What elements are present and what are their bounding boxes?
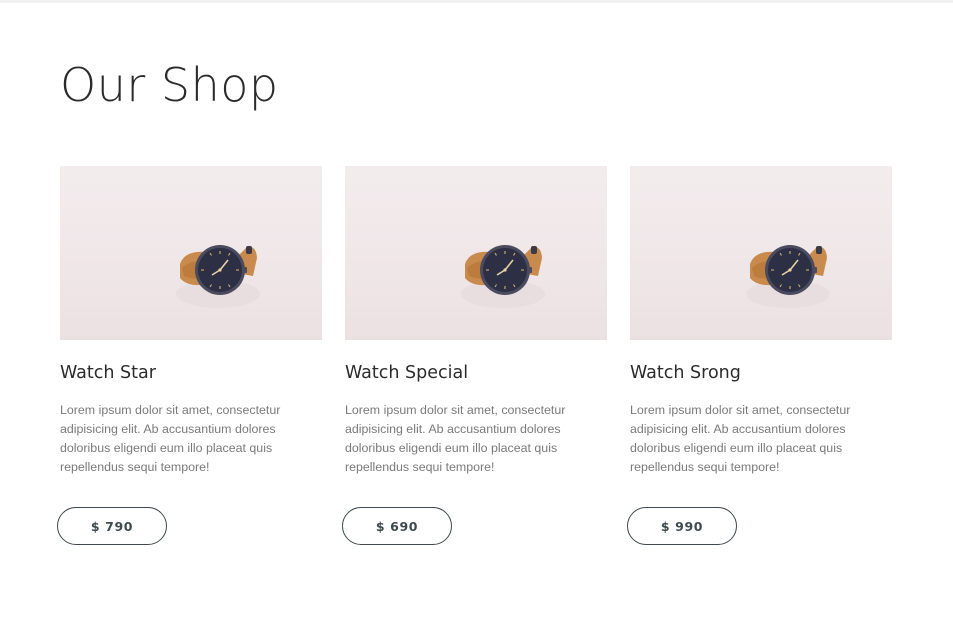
price-button[interactable]: $ 990	[627, 507, 737, 545]
product-title: Watch Special	[345, 363, 469, 383]
page-title: Our Shop	[60, 58, 279, 112]
product-image[interactable]	[60, 166, 322, 340]
price-button[interactable]: $ 690	[342, 507, 452, 545]
product-card: Watch Special Lorem ipsum dolor sit amet…	[342, 166, 607, 566]
watch-icon	[746, 245, 830, 308]
watch-icon	[176, 245, 260, 308]
product-description: Lorem ipsum dolor sit amet, consectetur …	[345, 403, 566, 474]
watch-icon	[461, 245, 545, 308]
product-description: Lorem ipsum dolor sit amet, consectetur …	[630, 403, 851, 474]
product-title: Watch Star	[60, 363, 156, 383]
top-divider	[0, 0, 953, 3]
product-card: Watch Srong Lorem ipsum dolor sit amet, …	[627, 166, 892, 566]
product-image[interactable]	[345, 166, 607, 340]
product-description: Lorem ipsum dolor sit amet, consectetur …	[60, 403, 281, 474]
product-grid: Watch Star Lorem ipsum dolor sit amet, c…	[57, 166, 892, 566]
product-card: Watch Star Lorem ipsum dolor sit amet, c…	[57, 166, 322, 566]
product-title: Watch Srong	[630, 363, 741, 383]
price-button[interactable]: $ 790	[57, 507, 167, 545]
product-image[interactable]	[630, 166, 892, 340]
